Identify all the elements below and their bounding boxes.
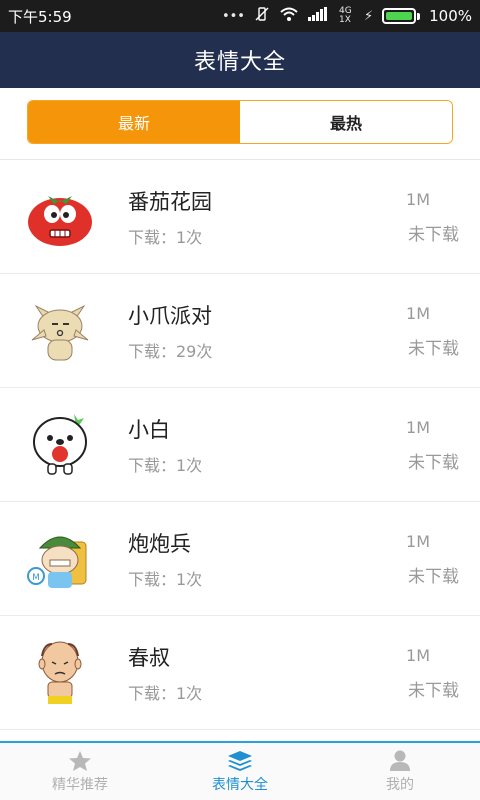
item-download-count: 下载：1次 — [128, 570, 203, 589]
sticker-list: 番茄花园 下载：1次 1M 未下载 小爪派对 下载：29次 1M 未下载 小白 … — [0, 160, 480, 730]
item-download-count: 下载：1次 — [128, 456, 203, 475]
download-status[interactable]: 未下载 — [408, 448, 459, 473]
item-download-count: 下载：29次 — [128, 342, 213, 361]
cat-sticker-icon — [22, 292, 98, 368]
charging-icon: ⚡ — [363, 8, 374, 24]
item-size: 1M — [406, 532, 430, 551]
nav-mine[interactable]: 我的 — [320, 743, 480, 800]
item-name: 小白 — [128, 418, 170, 442]
tab-latest[interactable]: 最新 — [28, 101, 240, 143]
tab-hottest[interactable]: 最热 — [240, 101, 452, 143]
item-name: 春叔 — [128, 646, 170, 670]
svg-text:M: M — [32, 573, 40, 583]
tab-bar: 最新 最热 — [0, 88, 480, 160]
tomato-sticker-icon — [22, 178, 98, 254]
network-type: 4G 1X — [338, 6, 352, 25]
battery-icon — [382, 8, 421, 24]
item-size: 1M — [406, 646, 430, 665]
more-dots-icon: ••• — [221, 8, 245, 24]
vibrate-icon — [254, 6, 270, 26]
download-status[interactable]: 未下载 — [408, 676, 459, 701]
list-item[interactable]: 小爪派对 下载：29次 1M 未下载 — [0, 274, 480, 388]
item-size: 1M — [406, 190, 430, 209]
list-item[interactable]: 番茄花园 下载：1次 1M 未下载 — [0, 160, 480, 274]
nav-label: 精华推荐 — [52, 776, 108, 793]
item-name: 番茄花园 — [128, 190, 212, 214]
item-download-count: 下载：1次 — [128, 684, 203, 703]
download-status[interactable]: 未下载 — [408, 334, 459, 359]
white-ghost-sticker-icon — [22, 406, 98, 482]
bottom-nav: 精华推荐 表情大全 我的 — [0, 741, 480, 800]
nav-featured[interactable]: 精华推荐 — [0, 743, 160, 800]
soldier-sticker-icon: M — [22, 520, 98, 596]
signal-icon — [307, 7, 330, 25]
download-status[interactable]: 未下载 — [408, 562, 459, 587]
item-size: 1M — [406, 304, 430, 323]
download-status[interactable]: 未下载 — [408, 220, 459, 245]
list-item[interactable]: M 炮炮兵 下载：1次 1M 未下载 — [0, 502, 480, 616]
layers-icon — [227, 750, 253, 772]
item-download-count: 下载：1次 — [128, 228, 203, 247]
nav-label: 我的 — [386, 776, 414, 793]
nav-sticker-catalog[interactable]: 表情大全 — [160, 743, 320, 800]
item-name: 炮炮兵 — [128, 532, 191, 556]
list-item[interactable]: 春叔 下载：1次 1M 未下载 — [0, 616, 480, 730]
wifi-icon — [279, 6, 299, 26]
person-icon — [388, 750, 412, 772]
list-item[interactable]: 小白 下载：1次 1M 未下载 — [0, 388, 480, 502]
status-time: 下午5:59 — [8, 7, 72, 26]
segmented-control: 最新 最热 — [27, 100, 453, 144]
battery-percent: 100% — [429, 7, 472, 25]
title-bar: 表情大全 — [0, 32, 480, 88]
status-bar: 下午5:59 ••• 4G 1X ⚡ 100% — [0, 0, 480, 32]
item-size: 1M — [406, 418, 430, 437]
nav-label: 表情大全 — [212, 776, 268, 793]
uncle-sticker-icon — [22, 634, 98, 710]
page-title: 表情大全 — [193, 50, 286, 75]
star-icon — [68, 750, 92, 772]
item-name: 小爪派对 — [128, 304, 212, 328]
